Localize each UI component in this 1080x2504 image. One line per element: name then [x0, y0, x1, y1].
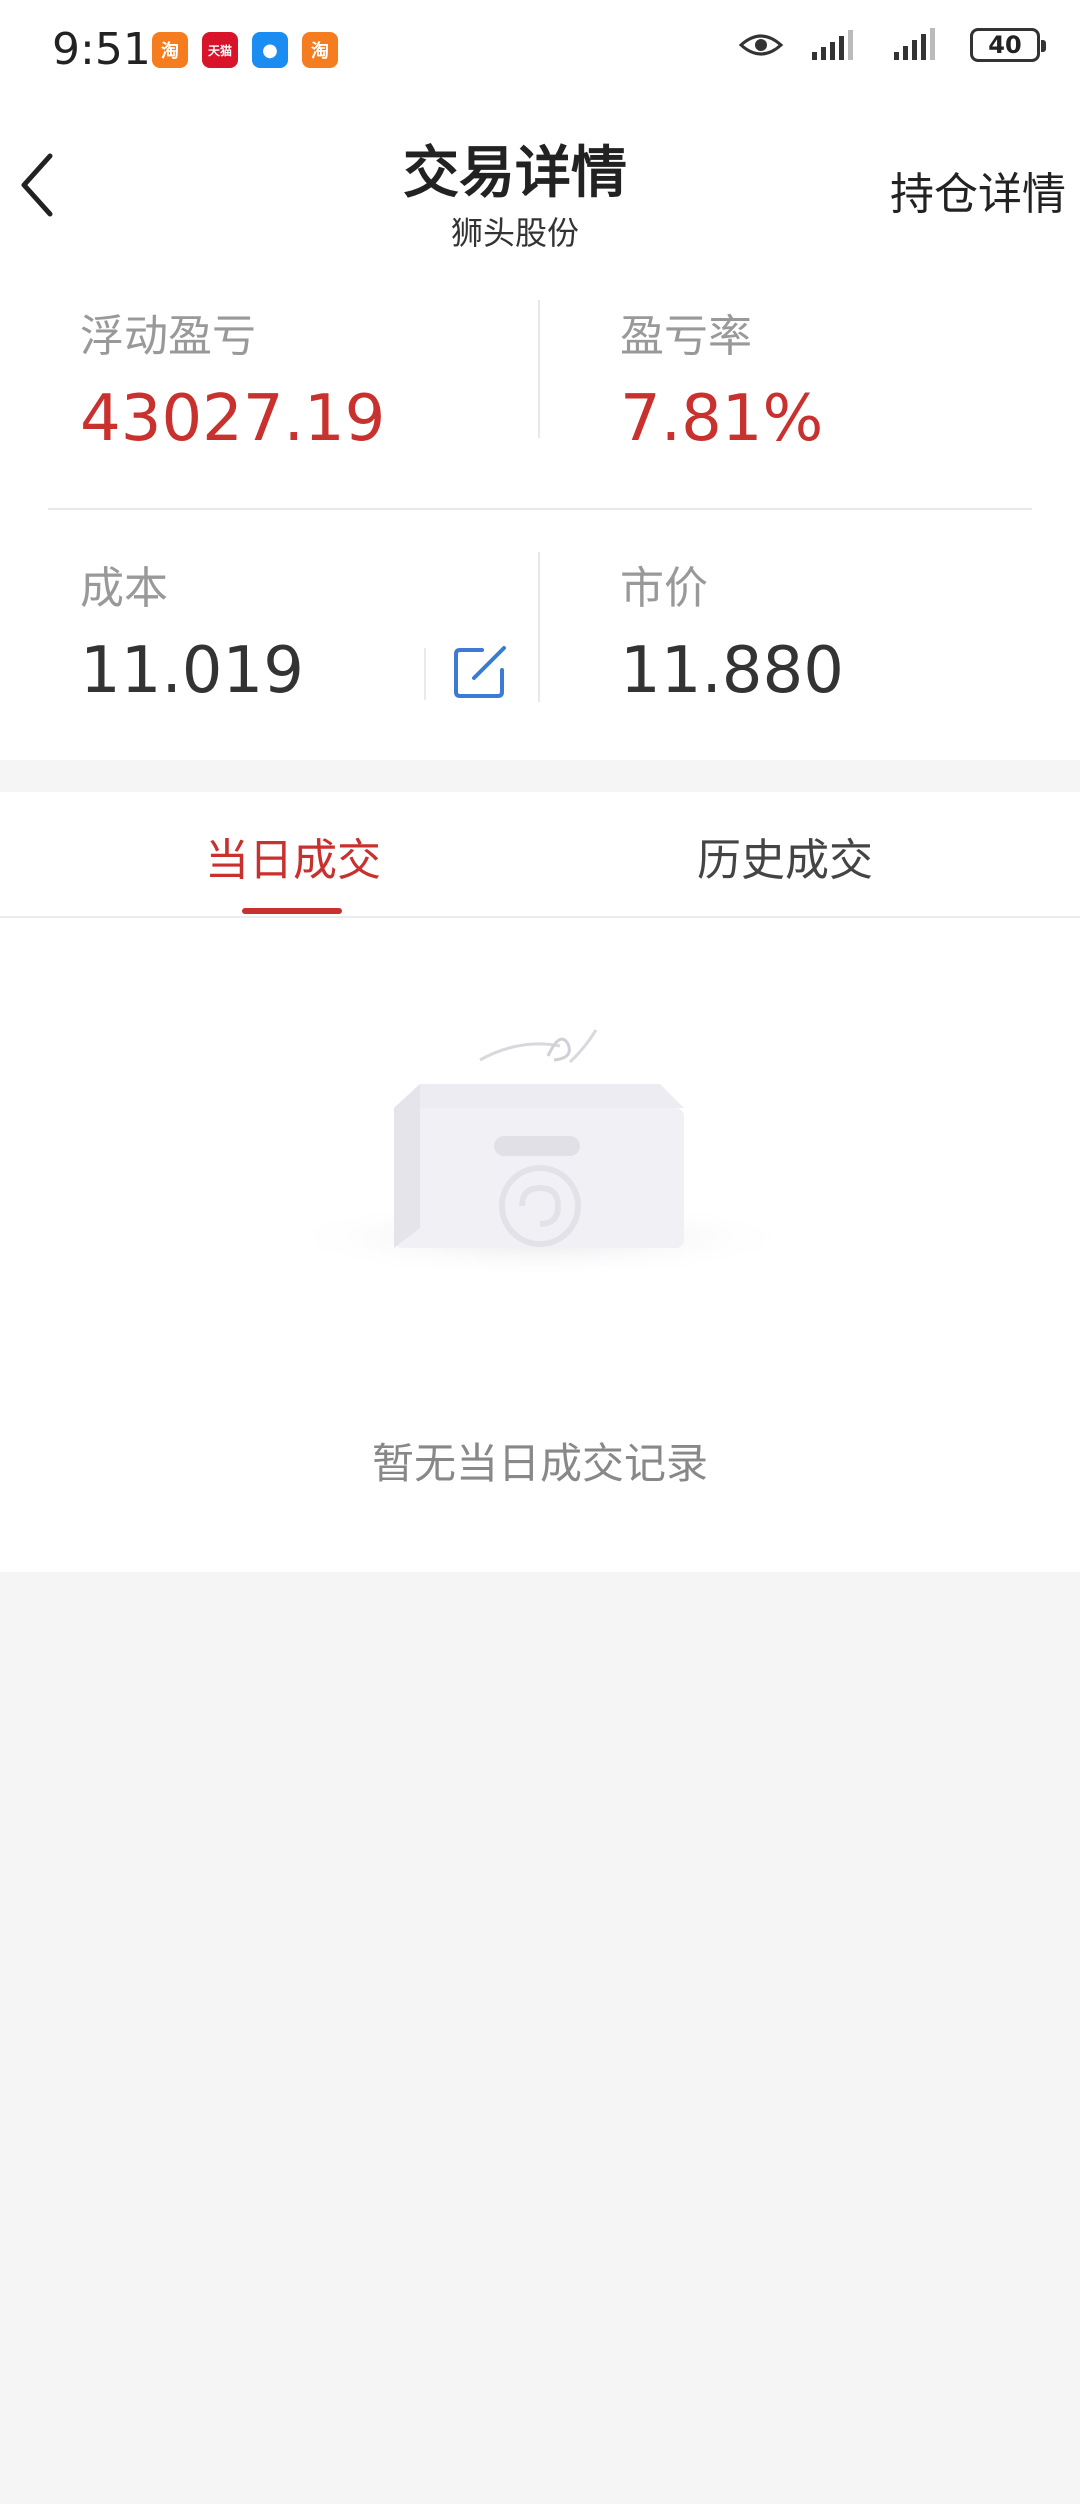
cost-value: 11.019 — [80, 634, 304, 708]
floating-pl-cell: 浮动盈亏 43027.19 — [80, 300, 385, 456]
market-price-value: 11.880 — [620, 634, 844, 708]
active-tab-indicator — [242, 908, 342, 914]
cost-label: 成本 — [80, 563, 168, 614]
eye-icon — [738, 34, 784, 56]
signal-icon — [812, 30, 853, 60]
empty-state: 暂无当日成交记录 — [0, 918, 1080, 1572]
message-app-icon: ● — [252, 32, 288, 68]
battery-icon: 40 — [970, 28, 1046, 62]
empty-box-icon — [280, 1029, 800, 1278]
floating-pl-value: 43027.19 — [80, 382, 386, 456]
tab-history-trades[interactable]: 历史成交 — [697, 824, 873, 888]
pl-rate-value: 7.81% — [620, 382, 824, 456]
status-indicators: 40 — [738, 28, 1046, 62]
stock-name: 狮头股份 — [450, 214, 579, 252]
pl-rate-label: 盈亏率 — [620, 311, 752, 362]
signal-icon-2 — [894, 28, 935, 60]
cost-cell: 成本 11.019 — [80, 552, 304, 708]
market-price-label: 市价 — [620, 563, 708, 614]
taobao-app-icon-2: 淘 — [302, 32, 338, 68]
navigation-bar: 交易详情 狮头股份 持仓详情 — [0, 100, 1080, 280]
divider — [538, 552, 540, 702]
status-time: 9:51 — [52, 24, 151, 75]
taobao-app-icon: 淘 — [152, 32, 188, 68]
tmall-app-icon: 天猫 — [202, 32, 238, 68]
divider — [538, 300, 540, 438]
position-summary: 浮动盈亏 43027.19 盈亏率 7.81% 成本 11.019 市价 11.… — [0, 280, 1080, 760]
tab-today-trades[interactable]: 当日成交 — [205, 824, 381, 888]
trade-tabs: 当日成交 历史成交 — [0, 792, 1080, 918]
empty-message: 暂无当日成交记录 — [371, 1439, 708, 1488]
pl-rate-cell: 盈亏率 7.81% — [620, 300, 823, 456]
status-bar: 9:51 淘 天猫 ● 淘 40 — [0, 0, 1080, 100]
position-details-link[interactable]: 持仓详情 — [890, 158, 1066, 222]
floating-pl-label: 浮动盈亏 — [80, 311, 256, 362]
notification-icons: 淘 天猫 ● 淘 — [152, 32, 338, 68]
divider — [48, 508, 1032, 510]
market-price-cell: 市价 11.880 — [620, 552, 844, 708]
edit-icon[interactable] — [452, 642, 510, 700]
page-title: 交易详情 — [403, 141, 627, 206]
divider — [424, 648, 426, 700]
